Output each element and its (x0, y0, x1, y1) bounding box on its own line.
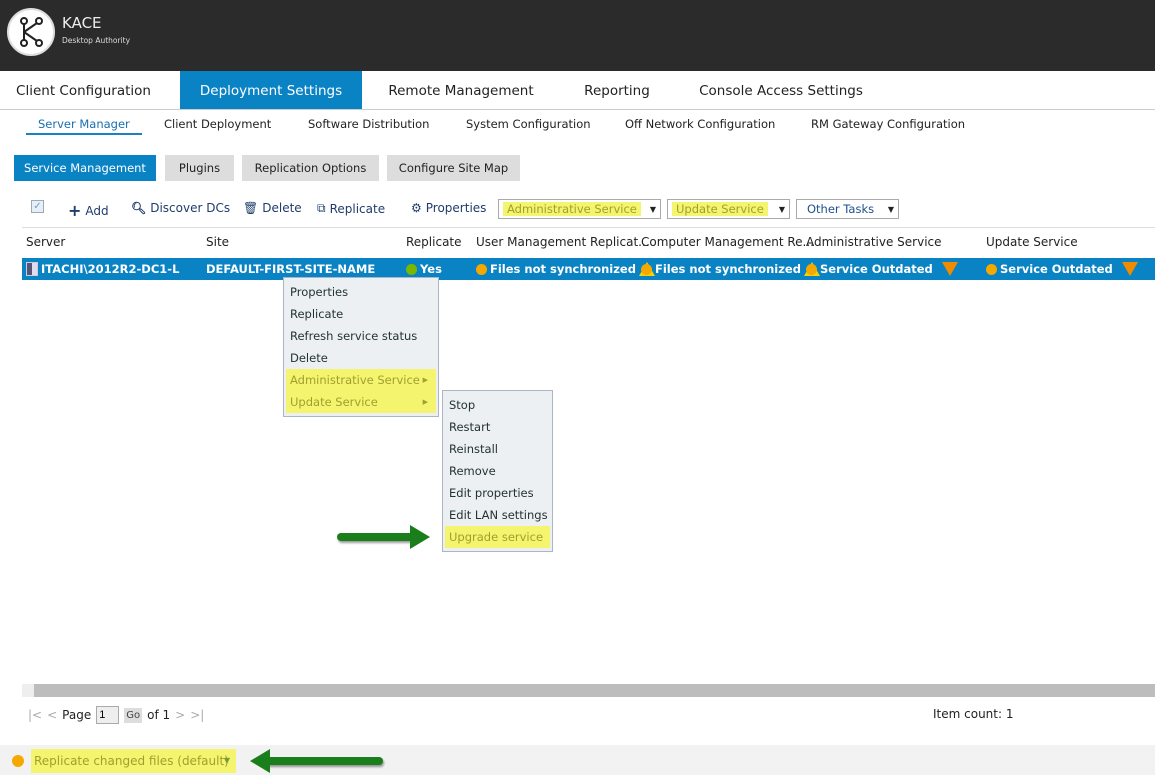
search-icon: 🔍︎ (131, 201, 147, 215)
update-service-cell: Service Outdated (986, 262, 1138, 276)
status-warning-dot-icon (986, 263, 997, 275)
replicate-icon: ⧉ (317, 201, 326, 215)
menu-item-remove[interactable]: Remove (445, 460, 550, 482)
chevron-down-icon: ▼ (778, 204, 785, 214)
column-header-server[interactable]: Server (26, 235, 65, 249)
arrowhead-icon (410, 525, 430, 549)
context-menu: Properties Replicate Refresh service sta… (283, 277, 439, 417)
page-number-input[interactable] (96, 706, 120, 724)
pager: |< < Page Go of 1 > >| (28, 706, 204, 724)
chevron-down-icon: ▼ (887, 204, 894, 214)
subnav-software-distribution[interactable]: Software Distribution (308, 117, 429, 131)
brand-subtitle: Desktop Authority (62, 36, 131, 45)
menu-item-delete[interactable]: Delete (286, 347, 436, 369)
annotation-arrow-right-icon (337, 533, 417, 541)
menu-item-administrative-service[interactable]: Administrative Service ▶ (286, 369, 436, 391)
column-header-administrative-service[interactable]: Administrative Service (806, 235, 942, 249)
nav-client-configuration[interactable]: Client Configuration (0, 71, 167, 109)
annotation-arrow-left-icon (265, 757, 383, 765)
page-label: Page (62, 708, 92, 722)
menu-item-stop[interactable]: Stop (445, 394, 550, 416)
column-header-replicate[interactable]: Replicate (406, 235, 462, 249)
nav-reporting[interactable]: Reporting (567, 71, 667, 109)
user-management-cell: Files not synchronized (476, 262, 655, 276)
subnav-off-network-configuration[interactable]: Off Network Configuration (625, 117, 775, 131)
column-header-update-service[interactable]: Update Service (986, 235, 1078, 249)
other-tasks-dropdown[interactable]: Other Tasks ▼ (796, 199, 899, 219)
arrowhead-icon (250, 749, 270, 773)
column-header-computer-management[interactable]: Computer Management Re... (641, 235, 814, 249)
subnav-server-manager[interactable]: Server Manager (26, 117, 142, 135)
replicate-button[interactable]: ⧉ Replicate (317, 201, 385, 216)
chevron-right-icon: ▶ (422, 376, 428, 384)
subnav-system-configuration[interactable]: System Configuration (466, 117, 591, 131)
status-warning-dot-icon (806, 263, 817, 275)
column-header-site[interactable]: Site (206, 235, 229, 249)
first-page-icon[interactable]: |< (28, 708, 42, 722)
alert-icon (941, 262, 958, 276)
divider (22, 227, 1155, 228)
status-warning-dot-icon (476, 263, 487, 275)
tab-plugins[interactable]: Plugins (165, 155, 234, 181)
status-dot-icon (12, 755, 24, 767)
replicate-cell: Yes (406, 262, 442, 276)
nav-remote-management[interactable]: Remote Management (375, 71, 547, 109)
menu-item-reinstall[interactable]: Reinstall (445, 438, 550, 460)
plus-icon: + (68, 201, 82, 220)
menu-item-update-service[interactable]: Update Service ▶ (286, 391, 436, 413)
chevron-down-icon: ▼ (223, 756, 230, 765)
administrative-service-cell: Service Outdated (806, 262, 958, 276)
menu-item-edit-lan-settings[interactable]: Edit LAN settings (445, 504, 550, 526)
nav-console-access-settings[interactable]: Console Access Settings (690, 71, 872, 109)
status-warning-dot-icon (641, 263, 652, 275)
discover-dcs-button[interactable]: 🔍︎ Discover DCs (131, 201, 230, 215)
update-service-dropdown[interactable]: Update Service ▼ (667, 199, 790, 219)
update-service-submenu: Stop Restart Reinstall Remove Edit prope… (442, 390, 553, 552)
go-button[interactable]: Go (124, 707, 143, 723)
alert-icon (1121, 262, 1138, 276)
menu-item-restart[interactable]: Restart (445, 416, 550, 438)
menu-item-replicate[interactable]: Replicate (286, 303, 436, 325)
brand-name: KACE (62, 14, 102, 32)
last-page-icon[interactable]: >| (190, 708, 204, 722)
gear-icon: ⚙ (411, 201, 422, 215)
chevron-down-icon: ▼ (649, 204, 656, 214)
column-header-user-management[interactable]: User Management Replicat... (476, 235, 650, 249)
trash-icon: 🗑︎ (243, 201, 259, 215)
item-count: Item count: 1 (933, 707, 1014, 721)
replication-mode-dropdown[interactable]: Replicate changed files (default) ▼ (31, 749, 236, 773)
horizontal-scrollbar[interactable] (22, 684, 1155, 697)
kace-logo-icon (7, 8, 55, 56)
app-header (0, 0, 1155, 71)
chevron-right-icon: ▶ (422, 398, 428, 406)
menu-item-edit-properties[interactable]: Edit properties (445, 482, 550, 504)
server-cell: ITACHI\2012R2-DC1-L (26, 262, 179, 276)
menu-item-refresh-service-status[interactable]: Refresh service status (286, 325, 436, 347)
server-icon (26, 262, 38, 276)
properties-button[interactable]: ⚙ Properties (411, 201, 486, 215)
menu-item-properties[interactable]: Properties (286, 281, 436, 303)
nav-deployment-settings[interactable]: Deployment Settings (180, 71, 362, 109)
site-cell: DEFAULT-FIRST-SITE-NAME (206, 262, 376, 276)
tab-configure-site-map[interactable]: Configure Site Map (387, 155, 520, 181)
subnav-client-deployment[interactable]: Client Deployment (164, 117, 271, 131)
delete-button[interactable]: 🗑︎ Delete (243, 201, 302, 215)
prev-page-icon[interactable]: < (47, 708, 57, 722)
top-nav: Client Configuration Deployment Settings… (0, 71, 1155, 110)
select-all-checkbox[interactable]: ✓ (31, 200, 44, 213)
computer-management-cell: Files not synchronized (641, 262, 820, 276)
next-page-icon[interactable]: > (175, 708, 185, 722)
page-total: of 1 (147, 708, 171, 722)
subnav-rm-gateway-configuration[interactable]: RM Gateway Configuration (811, 117, 965, 131)
tab-service-management[interactable]: Service Management (14, 155, 156, 181)
menu-item-upgrade-service[interactable]: Upgrade service (445, 526, 550, 548)
status-ok-icon (406, 263, 417, 275)
add-button[interactable]: + Add (68, 201, 109, 220)
administrative-service-dropdown[interactable]: Administrative Service ▼ (498, 199, 661, 219)
tab-replication-options[interactable]: Replication Options (242, 155, 379, 181)
